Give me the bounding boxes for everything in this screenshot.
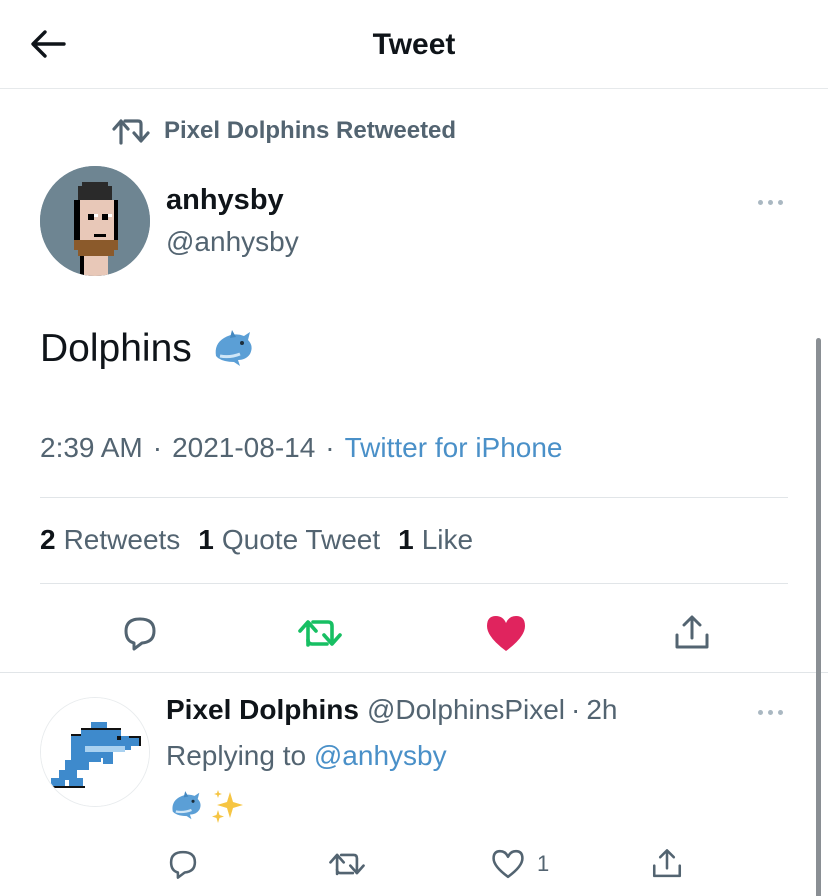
more-dot <box>777 199 783 205</box>
punk-avatar-image <box>40 166 150 276</box>
retweet-context-label: Pixel Dolphins Retweeted <box>164 117 457 144</box>
top-bar: Tweet <box>0 0 828 89</box>
retweets-count: 2 <box>40 524 56 555</box>
reply-retweet-button[interactable] <box>328 842 366 886</box>
reply-like-count: 1 <box>537 851 550 876</box>
tweet-stats: 2 Retweets 1 Quote Tweet 1 Like <box>40 524 491 556</box>
heart-outline-icon <box>492 849 524 879</box>
tweet-source-link[interactable]: Twitter for iPhone <box>345 432 563 464</box>
like-button[interactable] <box>481 608 531 658</box>
page-title: Tweet <box>372 28 456 61</box>
reply-author-name[interactable]: Pixel Dolphins <box>166 694 359 726</box>
tweet-text-content: Dolphins <box>40 327 192 370</box>
retweets-label: Retweets <box>63 524 181 555</box>
likes-stat[interactable]: 1 Like <box>398 524 473 556</box>
quotes-stat[interactable]: 1 Quote Tweet <box>198 524 380 556</box>
reply-actions: 1 <box>0 842 828 886</box>
likes-label: Like <box>421 524 474 555</box>
retweet-context[interactable]: Pixel Dolphins Retweeted <box>112 114 456 148</box>
retweet-button[interactable] <box>295 608 345 658</box>
sparkles-emoji-icon <box>212 790 243 823</box>
retweet-icon <box>329 853 365 876</box>
share-icon <box>675 615 709 649</box>
likes-count: 1 <box>398 524 414 555</box>
divider <box>40 497 788 498</box>
more-dot <box>767 199 773 205</box>
reply-reply-button[interactable] <box>166 842 200 886</box>
tweet-actions <box>0 608 828 658</box>
reply-button[interactable] <box>115 608 165 658</box>
retweet-icon <box>112 119 150 145</box>
tweet-time: 2:39 AM <box>40 432 143 463</box>
reply-avatar[interactable] <box>40 697 150 807</box>
replying-to-mention[interactable]: @anhysby <box>314 740 447 771</box>
reply-separator: · <box>571 694 581 725</box>
dolphin-emoji-icon <box>215 330 252 366</box>
divider <box>40 583 788 584</box>
author-name[interactable]: anhysby <box>166 184 284 217</box>
reply-text <box>168 788 246 824</box>
author-handle[interactable]: @anhysby <box>166 226 299 258</box>
reply-icon <box>124 617 156 651</box>
dolphin-emoji-icon <box>172 791 201 820</box>
more-dots-icon <box>757 199 763 205</box>
quotes-label: Quote Tweet <box>221 524 381 555</box>
quotes-count: 1 <box>198 524 214 555</box>
heart-filled-icon <box>487 616 525 651</box>
tweet-date: 2021-08-14 <box>172 432 316 463</box>
reply-timestamp[interactable]: 2h <box>586 694 617 726</box>
more-dots-icon <box>757 709 763 715</box>
tweet-meta: 2:39 AM · 2021-08-14 · Twitter for iPhon… <box>40 432 563 464</box>
retweets-stat[interactable]: 2 Retweets <box>40 524 180 556</box>
replying-to-prefix: Replying to <box>166 740 307 771</box>
reply-icon <box>169 850 197 879</box>
reply-share-button[interactable] <box>650 842 684 886</box>
scrollbar[interactable] <box>816 338 821 896</box>
replying-to: Replying to @anhysby <box>166 740 447 772</box>
meta-separator: · <box>152 432 163 463</box>
divider <box>0 672 828 673</box>
share-icon <box>652 849 682 878</box>
reply-more-options-button[interactable] <box>750 700 790 724</box>
reply-like-button[interactable]: 1 <box>491 842 549 886</box>
meta-separator: · <box>325 432 335 463</box>
reply-author-handle[interactable]: @DolphinsPixel <box>367 694 565 726</box>
more-dot <box>767 709 773 715</box>
pixel-dolphin-avatar-image <box>41 698 149 806</box>
tweet-text: Dolphins <box>40 326 256 372</box>
more-options-button[interactable] <box>750 190 790 214</box>
retweet-icon <box>298 620 342 647</box>
avatar[interactable] <box>40 166 150 276</box>
reply-header: Pixel Dolphins @DolphinsPixel · 2h <box>166 694 618 726</box>
more-dot <box>777 709 783 715</box>
share-button[interactable] <box>667 608 717 658</box>
